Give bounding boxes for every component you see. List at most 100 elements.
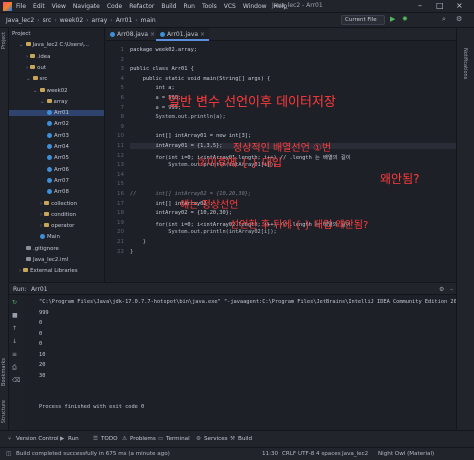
structure-tool-button[interactable]: Structure [1, 400, 7, 423]
line-number: 8 [120, 114, 125, 121]
project-tree-label: Arr02 [54, 121, 69, 128]
menu-navigate[interactable]: Navigate [73, 3, 100, 10]
project-tool-button[interactable]: Project [1, 32, 7, 49]
tool-window-run[interactable]: Run [68, 436, 79, 442]
chevron-right-icon[interactable]: › [40, 201, 42, 207]
chevron-down-icon[interactable]: ⌄ [33, 88, 38, 94]
breadcrumb-item[interactable]: array [92, 17, 108, 24]
project-tree-item[interactable]: Main [9, 234, 104, 240]
maximize-icon[interactable]: □ [436, 1, 444, 10]
chevron-right-icon[interactable]: › [19, 268, 21, 274]
tool-window-version-control[interactable]: Version Control [16, 436, 59, 442]
tool-window-services[interactable]: Services [204, 436, 228, 442]
console-line: 0 [39, 341, 43, 347]
project-tree-item[interactable]: .gitignore [9, 245, 104, 252]
project-tree-item[interactable]: Java_lec2.iml [9, 257, 104, 263]
print-icon[interactable]: ⎙ [12, 364, 17, 372]
navigation-bar: Java_lec2 › src › week02 › array › Arr01 › main Cu… [0, 13, 474, 28]
tool-window-terminal[interactable]: Terminal [166, 436, 190, 442]
minimize-panel-icon[interactable]: – [450, 286, 453, 293]
notifications-tool-button[interactable]: Notifications [462, 48, 468, 79]
close-icon[interactable]: × [456, 1, 463, 10]
chevron-right-icon[interactable]: › [40, 212, 42, 218]
bookmarks-tool-button[interactable]: Bookmarks [1, 358, 7, 386]
trash-icon[interactable]: ⌫ [12, 377, 20, 384]
annotation-variable-note: 일반 변수 선언이후 데이터저장 [168, 95, 336, 110]
tool-window-problems[interactable]: Problems [130, 436, 156, 442]
tab-arr01[interactable]: Arr01.java × [156, 28, 209, 41]
file-encoding[interactable]: UTF-8 [298, 451, 314, 457]
project-tree-item[interactable]: Arr02 [9, 121, 104, 128]
menu-build[interactable]: Build [161, 3, 176, 10]
breadcrumb-item[interactable]: Java_lec2 [6, 17, 34, 24]
theme-name[interactable]: Night Owl (Material) [378, 451, 434, 457]
indent-setting[interactable]: 4 spaces [316, 451, 341, 457]
project-tree-item[interactable]: › collection [9, 200, 104, 207]
run-config-select[interactable]: Current File [341, 15, 385, 25]
project-tree-item[interactable]: ⌄ src [9, 76, 104, 82]
menu-file[interactable]: File [16, 3, 26, 10]
run-icon[interactable]: ▶ [390, 15, 395, 23]
code-editor[interactable]: package week02.array; public class Arr01 … [130, 41, 456, 282]
menu-refactor[interactable]: Refactor [129, 3, 154, 10]
menu-tools[interactable]: Tools [202, 3, 217, 10]
chevron-right-icon[interactable]: › [40, 223, 42, 229]
menu-code[interactable]: Code [107, 3, 122, 10]
run-console[interactable]: "C:\Program Files\Java\jdk-17.0.7.7-hots… [23, 295, 456, 430]
menu-window[interactable]: Window [243, 3, 267, 10]
line-separator[interactable]: CRLF [282, 451, 296, 457]
project-tree-item[interactable]: › External Libraries [9, 268, 104, 274]
stop-icon[interactable]: ■ [12, 312, 18, 319]
tool-window-build[interactable]: Build [238, 436, 252, 442]
menu-vcs[interactable]: VCS [224, 3, 236, 10]
chevron-down-icon[interactable]: ⌄ [40, 99, 45, 105]
breadcrumb-item[interactable]: src [43, 17, 52, 24]
chevron-right-icon[interactable]: › [26, 65, 28, 71]
breadcrumb-separator: › [110, 16, 113, 24]
java-class-icon [47, 144, 52, 149]
menu-run[interactable]: Run [183, 3, 195, 10]
rerun-icon[interactable]: ↻ [12, 299, 17, 306]
code-line: public class Arr01 { [130, 66, 194, 73]
chevron-down-icon[interactable]: ⌄ [19, 42, 24, 48]
code-line: System.out.println(a); [130, 114, 226, 121]
chevron-right-icon[interactable]: › [26, 54, 28, 60]
settings-icon[interactable]: ⚙ [439, 286, 444, 293]
breadcrumb-item[interactable]: week02 [60, 17, 83, 24]
project-tree-item[interactable]: Arr05 [9, 155, 104, 161]
project-tree-item[interactable]: ⌄ Java_lec2 C:\Users\... [9, 42, 104, 48]
minimize-icon[interactable]: – [418, 1, 422, 10]
project-name[interactable]: Java_lec2 [342, 451, 368, 457]
project-tree-item[interactable]: Arr01 [9, 110, 104, 117]
caret-position[interactable]: 11:30 [262, 451, 278, 457]
soft-wrap-icon[interactable]: ≡ [12, 351, 17, 358]
project-tree-item[interactable]: ⌄ week02 [9, 87, 104, 94]
folder-icon [44, 200, 50, 205]
project-tree-item[interactable]: Arr04 [9, 144, 104, 150]
search-icon[interactable]: ⌕ [442, 15, 446, 24]
menu-view[interactable]: View [52, 3, 66, 10]
settings-icon[interactable]: ⚙ [456, 15, 462, 23]
project-tree-item[interactable]: › condition [9, 211, 104, 218]
project-tree-item[interactable]: Arr03 [9, 132, 104, 139]
scroll-up-icon[interactable]: ↑ [12, 325, 17, 332]
editor-tabs: Arr08.java × Arr01.java × [106, 28, 456, 41]
debug-icon[interactable]: ✹ [402, 15, 408, 23]
project-tree-item[interactable]: Arr07 [9, 177, 104, 184]
tab-arr08[interactable]: Arr08.java × [106, 28, 159, 41]
breadcrumb-item[interactable]: main [141, 17, 156, 24]
annotation-normal-array: 정상적인 배열선언 ①번 [233, 143, 332, 154]
breadcrumb-item[interactable]: Arr01 [116, 17, 133, 24]
project-tree-item[interactable]: › .idea [9, 53, 104, 60]
tool-window-todo[interactable]: TODO [101, 436, 118, 442]
window-title: Java_lec2 - Arr01 [272, 2, 323, 9]
project-tree-item[interactable]: ⌄ array [9, 98, 104, 105]
menu-edit[interactable]: Edit [33, 3, 45, 10]
project-tree-item[interactable]: › out [9, 64, 104, 71]
project-tree-item[interactable]: › operator [9, 223, 104, 229]
project-tree-item[interactable]: Arr06 [9, 166, 104, 173]
chevron-down-icon[interactable]: ⌄ [26, 76, 31, 82]
line-number-gutter: 1 2 3 4 5 6 7 8 9 10 11 12 13 14 15 16 17 18 19 20 21 22 [106, 41, 130, 282]
project-tree-item[interactable]: Arr08 [9, 189, 104, 195]
scroll-down-icon[interactable]: ↓ [12, 338, 17, 345]
